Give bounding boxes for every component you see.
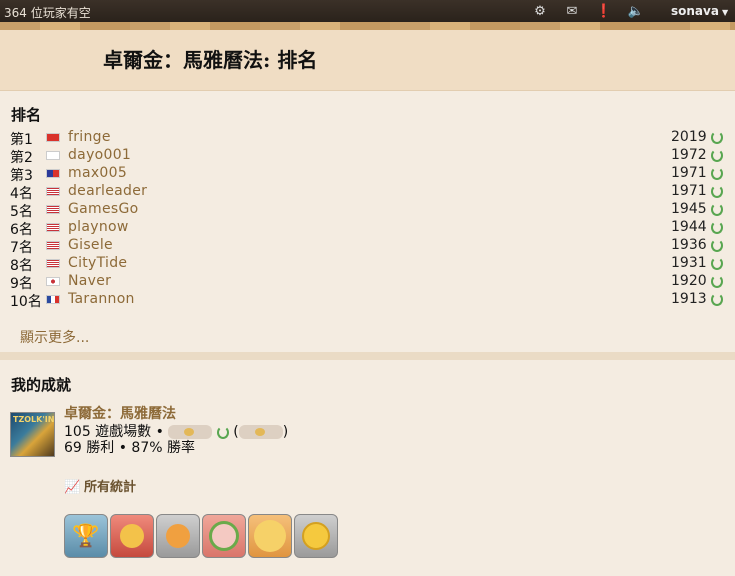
ranking-row: 5名 GamesGo 1945 xyxy=(0,201,735,220)
player-name-link[interactable]: Gisele xyxy=(68,237,113,253)
country-flag-icon xyxy=(46,223,60,232)
user-menu[interactable]: sonava ▼ xyxy=(671,4,728,18)
player-elo: 1920 xyxy=(671,273,707,289)
game-thumbnail[interactable]: TZOLK'IN xyxy=(10,412,55,457)
game-thumbnail-label: TZOLK'IN xyxy=(13,415,55,424)
page-title: 卓爾金：馬雅曆法: 排名 xyxy=(103,48,318,72)
country-flag-icon xyxy=(46,133,60,142)
gear-icon[interactable]: ⚙ xyxy=(524,3,556,19)
player-name-link[interactable]: Tarannon xyxy=(68,291,135,307)
chevron-down-icon: ▼ xyxy=(721,8,729,17)
rank-badge-icon xyxy=(238,425,283,439)
country-flag-icon xyxy=(46,151,60,160)
rank-position: 10名 xyxy=(10,294,42,310)
ranking-row: 6名 playnow 1944 xyxy=(0,219,735,238)
rank-position: 6名 xyxy=(10,222,33,238)
player-elo: 1971 xyxy=(671,183,707,199)
rank-position: 4名 xyxy=(10,186,33,202)
rank-position: 7名 xyxy=(10,240,33,256)
laurel-icon xyxy=(216,425,229,439)
top-bar: 364 位玩家有空 ⚙ ✉ ❗ 🔈 sonava ▼ xyxy=(0,0,735,22)
section-divider xyxy=(0,352,735,360)
ranking-row: 10名 Tarannon 1913 xyxy=(0,291,735,310)
player-name-link[interactable]: CityTide xyxy=(68,255,127,271)
wood-border xyxy=(0,22,735,30)
player-elo: 1913 xyxy=(671,291,707,307)
player-name-link[interactable]: dearleader xyxy=(68,183,147,199)
laurel-icon xyxy=(711,293,723,306)
game-name-link[interactable]: 卓爾金：馬雅曆法 xyxy=(64,403,176,423)
trophy-award-icon[interactable]: 🏆 xyxy=(64,514,108,558)
all-stats-label: 所有統計 xyxy=(84,480,137,495)
mail-icon[interactable]: ✉ xyxy=(556,3,588,19)
player-elo: 1936 xyxy=(671,237,707,253)
country-flag-icon xyxy=(46,205,60,214)
laurel-icon xyxy=(711,275,723,288)
rank-position: 9名 xyxy=(10,276,33,292)
laurel-icon xyxy=(711,257,723,270)
chart-icon: 📈 xyxy=(64,480,81,495)
ranking-title: 排名 xyxy=(11,106,42,124)
ranking-row: 9名 Naver 1920 xyxy=(0,273,735,292)
ranking-row: 第1 fringe 2019 xyxy=(0,129,735,148)
players-online-count: 364 位玩家有空 xyxy=(4,6,91,20)
country-flag-icon xyxy=(46,277,60,286)
alert-icon[interactable]: ❗ xyxy=(588,3,620,19)
laurel-icon xyxy=(711,185,723,198)
volume-icon[interactable]: 🔈 xyxy=(620,3,652,19)
player-name-link[interactable]: playnow xyxy=(68,219,129,235)
laurel-icon xyxy=(711,149,723,162)
gold-medal-award-icon[interactable] xyxy=(294,514,338,558)
laurel-icon xyxy=(711,131,723,144)
player-elo: 1931 xyxy=(671,255,707,271)
open-paren: ( xyxy=(233,424,239,440)
player-elo: 1972 xyxy=(671,147,707,163)
player-elo: 2019 xyxy=(671,129,707,145)
laurel-icon xyxy=(711,221,723,234)
ranking-row: 4名 dearleader 1971 xyxy=(0,183,735,202)
ranking-row: 第3 max005 1971 xyxy=(0,165,735,184)
country-flag-icon xyxy=(46,259,60,268)
player-elo: 1945 xyxy=(671,201,707,217)
player-name-link[interactable]: fringe xyxy=(68,129,111,145)
rank-position: 5名 xyxy=(10,204,33,220)
awards-row: 🏆 xyxy=(64,514,340,558)
player-elo: 1971 xyxy=(671,165,707,181)
rank-position: 第2 xyxy=(10,150,33,166)
laurel-icon xyxy=(711,203,723,216)
player-name-link[interactable]: GamesGo xyxy=(68,201,139,217)
country-flag-icon xyxy=(46,295,60,304)
show-more-link[interactable]: 顯示更多... xyxy=(20,327,89,347)
ranking-row: 第2 dayo001 1972 xyxy=(0,147,735,166)
country-flag-icon xyxy=(46,241,60,250)
laurel-award-icon[interactable] xyxy=(202,514,246,558)
country-flag-icon xyxy=(46,187,60,196)
ranking-row: 7名 Gisele 1936 xyxy=(0,237,735,256)
player-name-link[interactable]: dayo001 xyxy=(68,147,131,163)
username: sonava xyxy=(671,4,719,18)
achievements-title: 我的成就 xyxy=(11,376,72,394)
rank-position: 第3 xyxy=(10,168,33,184)
gold-coin-award-icon[interactable] xyxy=(248,514,292,558)
ribbon-award-icon[interactable] xyxy=(156,514,200,558)
laurel-icon xyxy=(711,167,723,180)
all-stats-link[interactable]: 📈 所有統計 xyxy=(64,476,136,495)
rank-position: 8名 xyxy=(10,258,33,274)
player-elo: 1944 xyxy=(671,219,707,235)
player-name-link[interactable]: max005 xyxy=(68,165,127,181)
medal-award-icon[interactable] xyxy=(110,514,154,558)
laurel-icon xyxy=(711,239,723,252)
rank-position: 第1 xyxy=(10,132,33,148)
ranking-row: 8名 CityTide 1931 xyxy=(0,255,735,274)
wins-line: 69 勝利 • 87% 勝率 xyxy=(64,440,195,456)
close-paren: ) xyxy=(282,424,289,440)
player-name-link[interactable]: Naver xyxy=(68,273,111,289)
page-header: 卓爾金：馬雅曆法: 排名 xyxy=(0,30,735,91)
country-flag-icon xyxy=(46,169,60,178)
